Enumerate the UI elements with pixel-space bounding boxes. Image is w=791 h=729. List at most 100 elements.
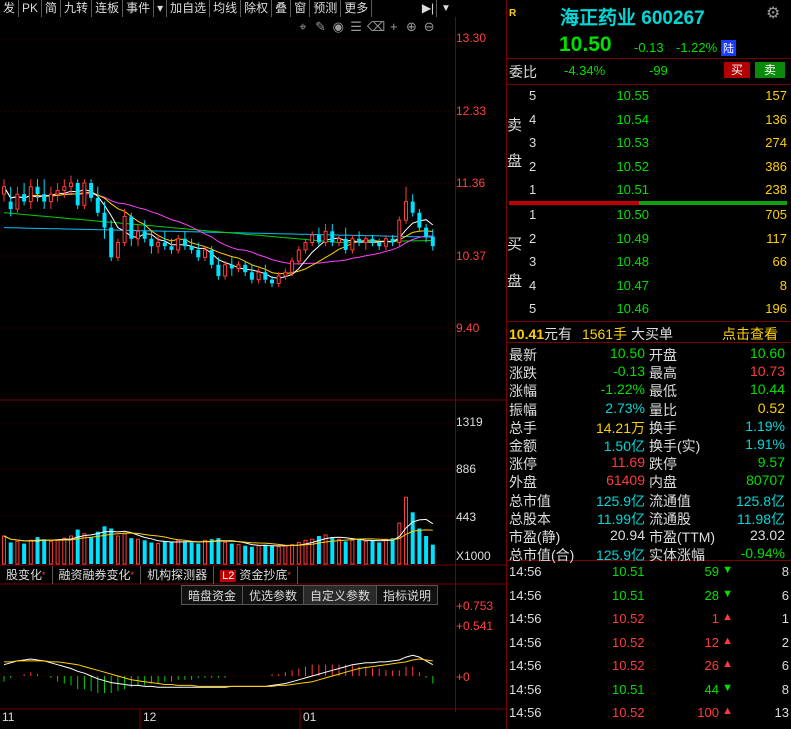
tick-count: 13 bbox=[774, 705, 789, 720]
candle-body bbox=[142, 231, 147, 239]
tab-custom-params[interactable]: 自定义参数 bbox=[303, 585, 378, 605]
price-axis-label: 12.33 bbox=[456, 104, 487, 118]
stat-label: 开盘 bbox=[649, 347, 677, 363]
toolbar-item[interactable]: 发 bbox=[0, 0, 20, 17]
stat-value: 9.57 bbox=[757, 454, 785, 471]
stat-value: 1.91% bbox=[745, 435, 785, 452]
candle-body bbox=[182, 238, 187, 247]
tick-price: 10.52 bbox=[612, 705, 645, 720]
indicator-tabs: 股变化* 融资融券变化* 机构探测器 L2 资金抄底* bbox=[0, 566, 505, 584]
volume-bar bbox=[2, 535, 6, 565]
stat-label: 市盈(静) bbox=[509, 528, 561, 545]
stat-row: 涨停 11.69 跌停 9.57 bbox=[509, 454, 791, 472]
volume-bar bbox=[89, 537, 94, 564]
toolbar-item[interactable]: 事件 bbox=[123, 0, 155, 17]
volume-bar bbox=[42, 539, 47, 564]
tab-share-change[interactable]: 股变化* bbox=[0, 566, 53, 584]
tick-count: 1 bbox=[781, 611, 789, 626]
kline-chart[interactable] bbox=[0, 17, 506, 729]
bid-row[interactable]: 2 10.49 117 bbox=[509, 231, 789, 248]
tab-fund-bottom[interactable]: L2 资金抄底* bbox=[214, 566, 298, 584]
tab-dark-fund[interactable]: 暗盘资金 bbox=[181, 585, 244, 605]
level: 1 bbox=[529, 207, 537, 222]
volume-bar bbox=[169, 542, 174, 564]
stat-label: 振幅 bbox=[509, 401, 537, 418]
toolbar-item[interactable]: 预测 bbox=[310, 0, 342, 17]
price-change-pct: -1.22% bbox=[676, 40, 718, 55]
volume-bar bbox=[243, 545, 248, 564]
tick-time: 14:56 bbox=[509, 705, 542, 720]
weibi-pct: -4.34% bbox=[564, 63, 606, 78]
bid-row[interactable]: 5 10.46 196 bbox=[509, 301, 789, 318]
ask-row[interactable]: 3 10.53 274 bbox=[509, 135, 789, 152]
toolbar-item[interactable]: 加自选 bbox=[167, 0, 211, 17]
tick-price: 10.51 bbox=[612, 587, 645, 603]
candle-body bbox=[8, 201, 13, 210]
stat-value: 14.21万 bbox=[595, 419, 645, 436]
toolbar-item[interactable]: 更多 bbox=[341, 0, 373, 17]
stat-value: 23.02 bbox=[749, 526, 785, 543]
volume-bar bbox=[62, 537, 67, 565]
toolbar-item[interactable]: 窗 bbox=[291, 0, 311, 17]
arrow-up-icon: ▲ bbox=[722, 705, 733, 717]
sell-button[interactable]: 卖 bbox=[755, 62, 785, 78]
bid-row[interactable]: 3 10.48 66 bbox=[509, 254, 789, 271]
ask-row[interactable]: 5 10.55 157 bbox=[509, 88, 789, 105]
candle-body bbox=[337, 238, 341, 243]
volume-bar bbox=[189, 542, 194, 564]
candle-body bbox=[95, 197, 100, 213]
tab-optimized-params[interactable]: 优选参数 bbox=[242, 585, 305, 605]
candle-body bbox=[176, 238, 181, 251]
volume-bar bbox=[337, 538, 341, 565]
candle-body bbox=[370, 238, 375, 243]
tick-row: 14:56 10.51 44 ▼ 8 bbox=[509, 682, 791, 705]
buy-button[interactable]: 买 bbox=[724, 62, 750, 78]
stat-value: 10.73 bbox=[749, 363, 785, 380]
volume-bar bbox=[370, 540, 375, 564]
big-order-text: 大买单 bbox=[630, 326, 673, 342]
stat-label: 最低 bbox=[649, 383, 677, 400]
caret-down-icon[interactable]: ▼ bbox=[438, 0, 454, 17]
bid-row[interactable]: 4 10.47 8 bbox=[509, 278, 789, 295]
tick-volume: 28 bbox=[704, 587, 719, 603]
stat-row: 市盈(静) 20.94 市盈(TTM) 23.02 bbox=[509, 527, 791, 545]
tab-institution-detector[interactable]: 机构探测器 bbox=[141, 566, 215, 584]
stat-label: 跌停 bbox=[649, 456, 677, 473]
gear-icon[interactable]: ⚙ bbox=[766, 3, 780, 23]
volume-bar bbox=[417, 528, 422, 564]
toolbar-item[interactable]: 均线 bbox=[210, 0, 242, 17]
candle-body bbox=[223, 264, 228, 277]
stat-row: 涨跌 -0.13 最高 10.73 bbox=[509, 363, 791, 381]
toolbar-item[interactable]: 叠 bbox=[272, 0, 292, 17]
toolbar-item[interactable]: 九转 bbox=[61, 0, 93, 17]
volume-bar bbox=[383, 538, 388, 565]
ask-row[interactable]: 2 10.52 386 bbox=[509, 159, 789, 176]
step-right-icon[interactable]: ▶| bbox=[420, 0, 437, 17]
tick-count: 6 bbox=[781, 658, 789, 673]
ask-row[interactable]: 1 10.51 238 bbox=[509, 182, 789, 199]
dif-line bbox=[3, 654, 434, 688]
tick-price: 10.51 bbox=[612, 681, 645, 697]
candle-body bbox=[216, 264, 221, 276]
stat-row: 涨幅 -1.22% 最低 10.44 bbox=[509, 381, 791, 399]
tick-count: 2 bbox=[781, 634, 789, 650]
big-order-price-suffix: 元有 bbox=[544, 326, 573, 342]
toolbar-item[interactable]: 连板 bbox=[92, 0, 124, 17]
candle-body bbox=[189, 246, 194, 250]
volume-bar bbox=[283, 545, 288, 565]
toolbar-item[interactable]: 简 bbox=[42, 0, 62, 17]
ask-row[interactable]: 4 10.54 136 bbox=[509, 112, 789, 129]
tab-indicator-help[interactable]: 指标说明 bbox=[376, 585, 439, 605]
stat-label: 总手 bbox=[509, 419, 537, 436]
tick-volume: 44 bbox=[704, 681, 719, 697]
toolbar-item[interactable]: PK bbox=[19, 0, 43, 17]
big-order-link[interactable]: 点击查看 bbox=[722, 324, 778, 344]
toolbar-item[interactable]: 除权 bbox=[241, 0, 273, 17]
toolbar-item[interactable]: ▾ bbox=[154, 0, 168, 17]
candle-body bbox=[162, 242, 167, 247]
big-order-row: 10.41元有 1561手 大买单 bbox=[509, 324, 673, 344]
stat-value: 10.44 bbox=[749, 381, 785, 398]
bid-row[interactable]: 1 10.50 705 bbox=[509, 207, 789, 224]
tab-margin-change[interactable]: 融资融券变化* bbox=[53, 566, 142, 584]
tick-volume: 100 bbox=[697, 705, 719, 720]
